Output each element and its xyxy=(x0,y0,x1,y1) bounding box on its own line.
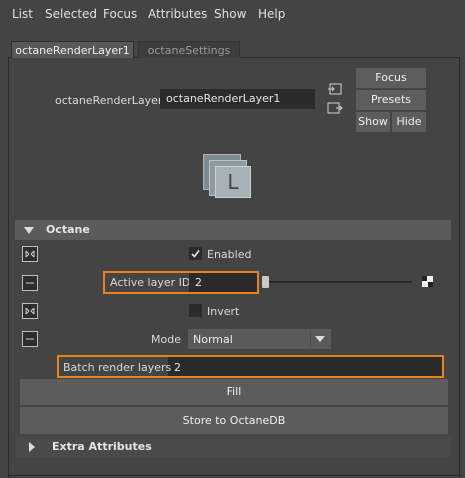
tab-octane-settings[interactable]: octaneSettings xyxy=(138,41,240,59)
focus-button[interactable]: Focus xyxy=(356,68,426,88)
presets-button[interactable]: Presets xyxy=(356,90,426,110)
menu-selected[interactable]: Selected xyxy=(45,7,97,21)
menu-bar: List Selected Focus Attributes Show Help xyxy=(0,0,465,28)
active-layer-label: Active layer ID xyxy=(110,276,191,289)
input-connection-icon[interactable] xyxy=(327,82,343,98)
enabled-checkbox[interactable] xyxy=(189,247,202,260)
row-collapse-icon[interactable] xyxy=(22,275,38,291)
node-name-field[interactable]: octaneRenderLayer1 xyxy=(160,89,315,109)
chevron-down-icon xyxy=(315,336,325,342)
collapse-triangle-icon xyxy=(24,227,34,234)
panel-bottom-border xyxy=(8,475,460,476)
layer-letter: L xyxy=(215,166,251,198)
active-layer-slider-handle[interactable] xyxy=(262,276,269,288)
tab-octane-render-layer[interactable]: octaneRenderLayer1 xyxy=(11,41,134,59)
store-octanedb-button[interactable]: Store to OctaneDB xyxy=(20,407,448,434)
invert-label: Invert xyxy=(207,305,240,318)
invert-checkbox[interactable] xyxy=(189,304,202,317)
map-button-icon[interactable] xyxy=(422,276,433,287)
mode-value: Normal xyxy=(193,333,233,346)
show-button[interactable]: Show xyxy=(356,112,390,132)
menu-help[interactable]: Help xyxy=(258,7,285,21)
extra-attributes-header[interactable]: Extra Attributes xyxy=(15,437,451,457)
active-layer-slider-track[interactable] xyxy=(267,281,412,283)
batch-render-label: Batch render layers xyxy=(63,361,172,374)
batch-render-field[interactable]: 2 xyxy=(174,361,181,374)
extra-attributes-title: Extra Attributes xyxy=(52,440,152,453)
menu-attributes[interactable]: Attributes xyxy=(148,7,207,21)
render-layer-icon: L xyxy=(199,150,253,198)
fill-button[interactable]: Fill xyxy=(20,379,448,405)
active-layer-field[interactable]: 2 xyxy=(189,273,257,292)
menu-list[interactable]: List xyxy=(12,7,33,21)
menu-show[interactable]: Show xyxy=(214,7,246,21)
row-expanded-icon[interactable] xyxy=(22,303,38,319)
mode-label: Mode xyxy=(151,333,181,346)
enabled-label: Enabled xyxy=(207,248,252,261)
mode-dropdown[interactable]: Normal xyxy=(188,329,331,349)
node-name-label: octaneRenderLayer: xyxy=(55,94,166,107)
row-collapse-icon[interactable] xyxy=(22,331,38,347)
output-connection-icon[interactable] xyxy=(327,101,343,117)
octane-section-title: Octane xyxy=(46,223,90,236)
menu-focus[interactable]: Focus xyxy=(103,7,137,21)
hide-button[interactable]: Hide xyxy=(392,112,426,132)
row-expanded-icon[interactable] xyxy=(22,246,38,262)
dropdown-divider xyxy=(310,331,311,347)
expand-triangle-icon xyxy=(29,442,35,452)
octane-section-header[interactable]: Octane xyxy=(15,220,451,240)
